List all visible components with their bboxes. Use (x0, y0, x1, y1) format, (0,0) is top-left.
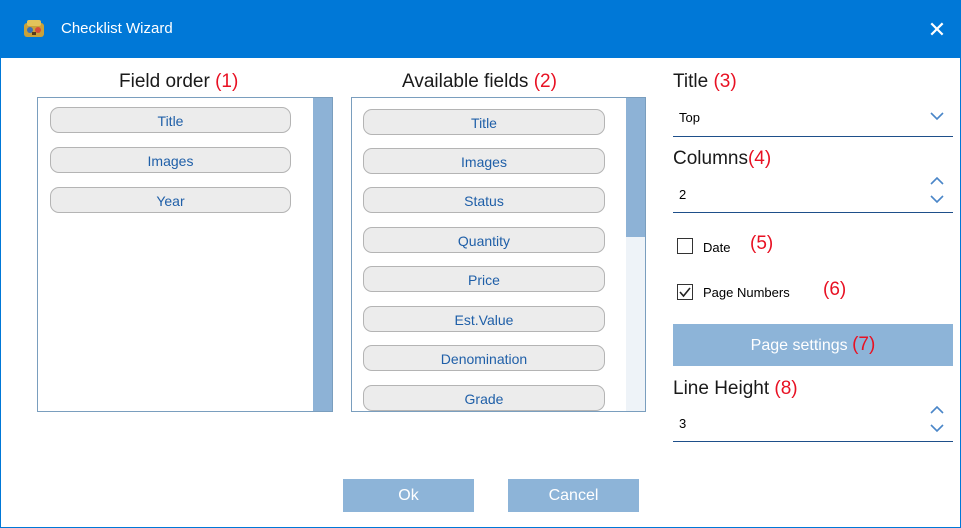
title-bar: Checklist Wizard ✕ (1, 1, 960, 58)
available-field-item[interactable]: Est.Value (363, 306, 605, 332)
available-fields-scrollbar[interactable] (626, 98, 645, 411)
field-order-list[interactable]: Title Images Year (37, 97, 333, 412)
page-settings-button[interactable]: Page settings (7) (673, 324, 953, 366)
close-button[interactable]: ✕ (914, 1, 960, 58)
available-field-item[interactable]: Status (363, 187, 605, 213)
page-settings-label: Page settings (750, 337, 848, 354)
field-order-item[interactable]: Images (50, 147, 291, 173)
field-order-item[interactable]: Title (50, 107, 291, 133)
available-fields-number: (2) (533, 71, 557, 92)
checkmark-icon (679, 287, 691, 298)
available-field-item[interactable]: Quantity (363, 227, 605, 253)
columns-underline (673, 212, 953, 213)
title-setting-heading: Title (3) (673, 71, 737, 93)
available-field-item[interactable]: Images (363, 148, 605, 174)
available-field-item[interactable]: Price (363, 266, 605, 292)
date-checkbox[interactable] (677, 238, 693, 254)
columns-input[interactable]: 2 (679, 187, 686, 202)
field-order-scroll-thumb[interactable] (313, 98, 332, 411)
page-numbers-checkbox-label: Page Numbers (703, 285, 790, 300)
columns-number: (4) (747, 148, 772, 169)
ok-button[interactable]: Ok (343, 479, 474, 512)
line-height-label: Line Height (673, 378, 770, 399)
line-height-number: (8) (774, 378, 798, 399)
available-fields-heading: Available fields (2) (402, 71, 557, 93)
available-field-item[interactable]: Denomination (363, 345, 605, 371)
title-setting-label: Title (673, 71, 709, 92)
field-order-scrollbar[interactable] (313, 98, 332, 411)
title-position-select[interactable]: Top (679, 110, 700, 125)
cancel-button[interactable]: Cancel (508, 479, 639, 512)
available-fields-label: Available fields (402, 71, 529, 92)
chevron-down-icon[interactable] (929, 111, 945, 121)
available-field-item[interactable]: Grade (363, 385, 605, 411)
app-icon (24, 20, 44, 37)
checklist-wizard-window: Checklist Wizard ✕ Field order (1) Title… (0, 0, 961, 528)
date-checkbox-label: Date (703, 240, 731, 255)
available-fields-list[interactable]: Title Images Status Quantity Price Est.V… (351, 97, 646, 412)
page-settings-number: (7) (852, 334, 876, 355)
columns-label: Columns (673, 148, 748, 169)
title-setting-number: (3) (713, 71, 737, 92)
page-numbers-number-wrap: (6) (823, 279, 846, 301)
title-select-underline (673, 136, 953, 137)
available-fields-scroll-thumb[interactable] (626, 98, 645, 237)
line-height-heading: Line Height (8) (673, 378, 798, 400)
date-number: (5) (750, 233, 774, 254)
close-icon: ✕ (927, 16, 947, 42)
columns-heading: Columns(4) (673, 148, 771, 170)
line-height-underline (673, 441, 953, 442)
columns-spinner[interactable] (929, 175, 945, 205)
line-height-input[interactable]: 3 (679, 416, 686, 431)
field-order-heading: Field order (1) (119, 71, 238, 93)
available-field-item[interactable]: Title (363, 109, 605, 135)
line-height-spinner[interactable] (929, 404, 945, 434)
window-title: Checklist Wizard (61, 20, 173, 37)
page-numbers-number: (6) (823, 279, 847, 300)
field-order-label: Field order (119, 71, 210, 92)
field-order-number: (1) (215, 71, 239, 92)
date-number-wrap: (5) (750, 233, 773, 255)
field-order-item[interactable]: Year (50, 187, 291, 213)
page-numbers-checkbox[interactable] (677, 284, 693, 300)
